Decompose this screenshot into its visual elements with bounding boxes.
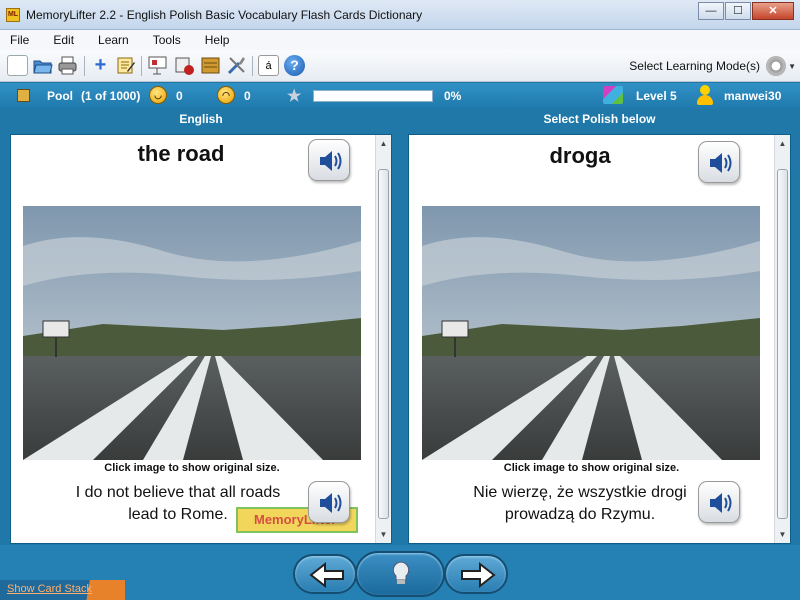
tools-icon[interactable] <box>226 55 247 76</box>
pool-label: Pool <box>47 89 73 103</box>
star-icon: ★ <box>287 88 302 105</box>
question-image-caption[interactable]: Click image to show original size. <box>11 462 373 474</box>
scroll-up-icon[interactable]: ▲ <box>376 137 391 151</box>
gallery-icon[interactable] <box>174 55 195 76</box>
help-icon[interactable]: ? <box>284 55 305 76</box>
hint-button[interactable] <box>355 551 445 597</box>
happy-smiley-icon: ◡ <box>149 86 167 104</box>
pool-box-icon <box>17 89 30 102</box>
menu-help[interactable]: Help <box>205 33 230 47</box>
learning-mode-label[interactable]: Select Learning Mode(s) <box>629 59 760 73</box>
special-character-icon[interactable]: á <box>258 55 279 76</box>
level-boxes-icon <box>603 86 623 104</box>
edit-notepad-icon[interactable] <box>115 55 136 76</box>
sad-smiley-icon: ◠ <box>217 86 235 104</box>
answer-image-caption[interactable]: Click image to show original size. <box>409 462 774 474</box>
maximize-button[interactable]: ☐ <box>725 2 751 20</box>
window-title: MemoryLifter 2.2 - English Polish Basic … <box>26 8 423 22</box>
question-card: the road Click image to show original si… <box>10 134 392 544</box>
speaker-icon[interactable] <box>308 139 350 181</box>
answer-header: Select Polish below <box>543 112 656 126</box>
cardbox-icon[interactable] <box>200 55 221 76</box>
title-bar: ML MemoryLifter 2.2 - English Polish Bas… <box>0 0 800 30</box>
answer-scrollbar[interactable]: ▲ ▼ <box>774 135 790 543</box>
next-button[interactable] <box>444 554 508 594</box>
new-document-icon[interactable] <box>7 55 28 76</box>
menu-bar: File Edit Learn Tools Help <box>0 30 800 50</box>
previous-button[interactable] <box>293 554 357 594</box>
menu-edit[interactable]: Edit <box>53 33 74 47</box>
minimize-button[interactable]: — <box>698 2 724 20</box>
status-bar: Pool (1 of 1000) ◡ 0 ◠ 0 ★ 0% Level 5 ma… <box>0 83 800 109</box>
level-label: Level 5 <box>636 89 677 103</box>
scroll-thumb[interactable] <box>378 169 389 519</box>
progress-bar <box>313 90 433 102</box>
chevron-down-icon[interactable]: ▼ <box>788 62 796 71</box>
user-icon <box>696 85 714 105</box>
question-scrollbar[interactable]: ▲ ▼ <box>375 135 391 543</box>
toolbar: + á ? Select Learning Mode(s) ▼ <box>0 50 800 82</box>
scroll-down-icon[interactable]: ▼ <box>376 528 391 542</box>
presentation-icon[interactable] <box>147 55 168 76</box>
sentence-speaker-icon[interactable] <box>698 481 740 523</box>
window-controls: — ☐ ✕ <box>697 2 794 20</box>
question-header: English <box>179 112 223 126</box>
app-logo-icon: ML <box>6 8 20 22</box>
show-card-stack-tab[interactable]: Show Card Stack <box>0 580 125 600</box>
question-word: the road <box>137 141 225 166</box>
sentence-speaker-icon[interactable] <box>308 481 350 523</box>
show-card-stack-link[interactable]: Show Card Stack <box>7 583 92 595</box>
correct-count: 0 <box>176 89 183 103</box>
username: manwei30 <box>724 89 782 103</box>
speaker-icon[interactable] <box>698 141 740 183</box>
scroll-thumb[interactable] <box>777 169 788 519</box>
menu-learn[interactable]: Learn <box>98 33 129 47</box>
close-button[interactable]: ✕ <box>752 2 794 20</box>
progress-text: 0% <box>444 89 462 103</box>
add-card-icon[interactable]: + <box>90 55 111 76</box>
scroll-down-icon[interactable]: ▼ <box>775 528 790 542</box>
question-image[interactable] <box>23 206 361 460</box>
menu-tools[interactable]: Tools <box>153 33 181 47</box>
learning-mode-gear-icon[interactable] <box>766 56 786 76</box>
answer-sentence: Nie wierzę, że wszystkie drogi prowadzą … <box>473 484 687 523</box>
answer-image[interactable] <box>422 206 760 460</box>
answer-card: droga Click image to show original size.… <box>408 134 791 544</box>
open-folder-icon[interactable] <box>32 55 53 76</box>
menu-file[interactable]: File <box>10 33 29 47</box>
wrong-count: 0 <box>244 89 251 103</box>
pool-count: (1 of 1000) <box>81 89 141 103</box>
print-icon[interactable] <box>57 55 78 76</box>
scroll-up-icon[interactable]: ▲ <box>775 137 790 151</box>
